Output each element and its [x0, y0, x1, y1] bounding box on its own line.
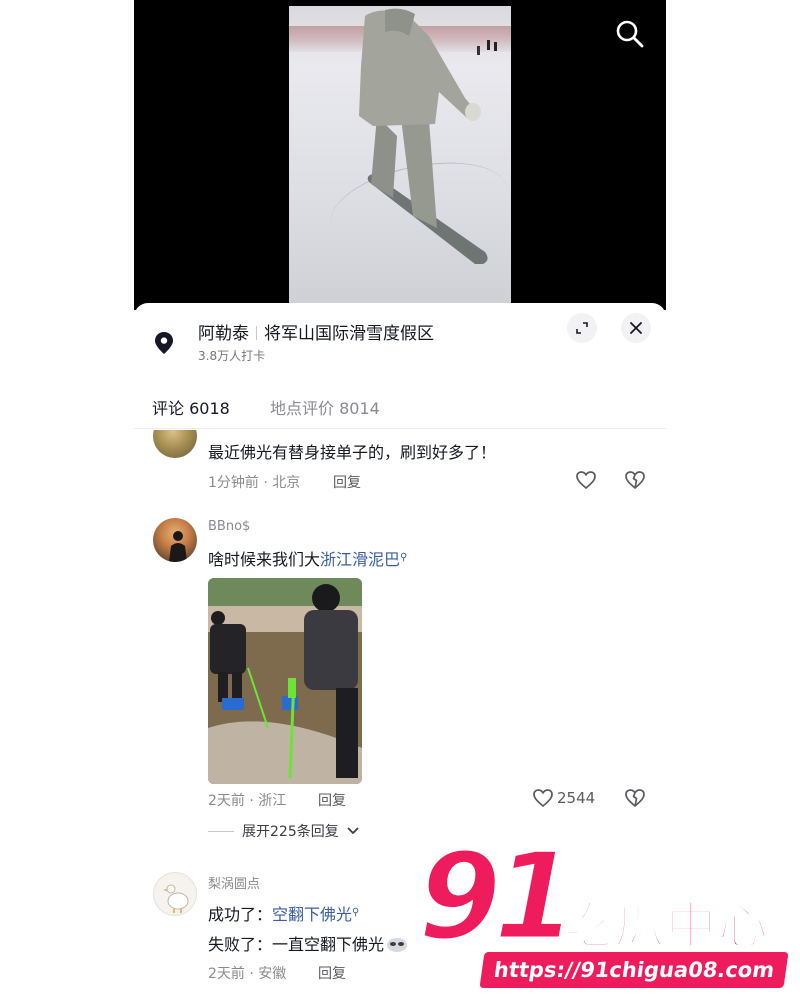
location-title[interactable]: 阿勒泰 将军山国际滑雪度假区	[198, 319, 434, 344]
reply-button[interactable]: 回复	[318, 790, 346, 810]
like-button[interactable]	[575, 470, 597, 490]
comment-username[interactable]: 梨涡圆点	[208, 873, 260, 892]
tab-bar: 评论 6018 地点评价 8014	[134, 383, 666, 429]
close-icon	[630, 322, 642, 334]
expand-button[interactable]	[567, 313, 597, 343]
close-button[interactable]	[621, 313, 651, 343]
search-keyword-link[interactable]: 浙江滑泥巴⚲	[320, 550, 407, 569]
goose-avatar	[163, 884, 189, 913]
comment-image-scene	[208, 578, 362, 784]
comment-text-line1: 成功了：空翻下佛光⚲	[208, 901, 359, 925]
comment-meta: 2天前 · 安徽	[208, 966, 287, 982]
comment-text: 最近佛光有替身接单子的，刷到好多了！	[208, 443, 497, 462]
divider	[208, 830, 234, 832]
reply-button[interactable]: 回复	[318, 963, 346, 983]
reply-button[interactable]: 回复	[333, 472, 361, 492]
heart-icon	[533, 789, 553, 808]
broken-heart-icon[interactable]	[624, 788, 646, 808]
comment-image[interactable]	[208, 578, 362, 784]
broken-heart-icon[interactable]	[624, 470, 646, 490]
expand-replies-button[interactable]: 展开225条回复	[208, 821, 359, 841]
tab-comments[interactable]: 评论 6018	[152, 395, 230, 419]
tab-location-reviews[interactable]: 地点评价 8014	[270, 395, 380, 419]
comment-text-plain: 成功了：	[208, 905, 273, 924]
search-small-icon: ⚲	[352, 907, 360, 918]
keyword-text: 空翻下佛光	[272, 905, 353, 924]
expand-replies-label: 展开225条回复	[242, 824, 339, 840]
location-place: 将军山国际滑雪度假区	[264, 324, 434, 344]
snowboarder-figure	[359, 8, 497, 264]
search-button[interactable]	[614, 18, 646, 50]
like-button[interactable]: 2544	[532, 788, 595, 808]
watermark-name: 吃瓜中心	[561, 896, 770, 956]
search-keyword-link[interactable]: 空翻下佛光⚲	[272, 905, 359, 924]
comment-text-plain: 啥时候来我们大	[208, 550, 321, 569]
emoji-icon	[387, 938, 408, 952]
comment-meta: 1分钟前 · 北京	[208, 475, 301, 491]
watermark-url: https://91chigua08.com	[479, 952, 789, 988]
location-name: 阿勒泰	[198, 324, 249, 344]
avatar[interactable]	[153, 518, 197, 562]
location-pin-icon	[155, 332, 173, 354]
chevron-down-icon	[347, 827, 359, 835]
keyword-text: 浙江滑泥巴	[320, 550, 401, 569]
title-separator	[256, 326, 257, 340]
watermark-number: 91	[417, 828, 579, 967]
like-count: 2544	[557, 789, 596, 807]
heart-icon	[576, 471, 596, 490]
expand-icon	[576, 322, 588, 334]
avatar[interactable]	[153, 872, 197, 916]
watermark: 91 吃瓜中心 https://91chigua08.com	[414, 836, 800, 1000]
video-player[interactable]	[134, 0, 666, 310]
checkin-count: 3.8万人打卡	[198, 349, 266, 363]
comment-username[interactable]: BBno$	[208, 519, 250, 534]
comment-text: 啥时候来我们大浙江滑泥巴⚲	[208, 546, 407, 570]
search-icon	[616, 20, 644, 48]
comment-text-line2: 失败了：一直空翻下佛光	[208, 931, 408, 955]
search-small-icon: ⚲	[400, 552, 408, 563]
video-frame[interactable]	[289, 6, 511, 306]
avatar-silhouette	[169, 531, 187, 562]
comment-text-plain: 失败了：一直空翻下佛光	[208, 935, 385, 954]
comment-meta: 2天前 · 浙江	[208, 793, 287, 809]
avatar[interactable]	[153, 430, 197, 458]
